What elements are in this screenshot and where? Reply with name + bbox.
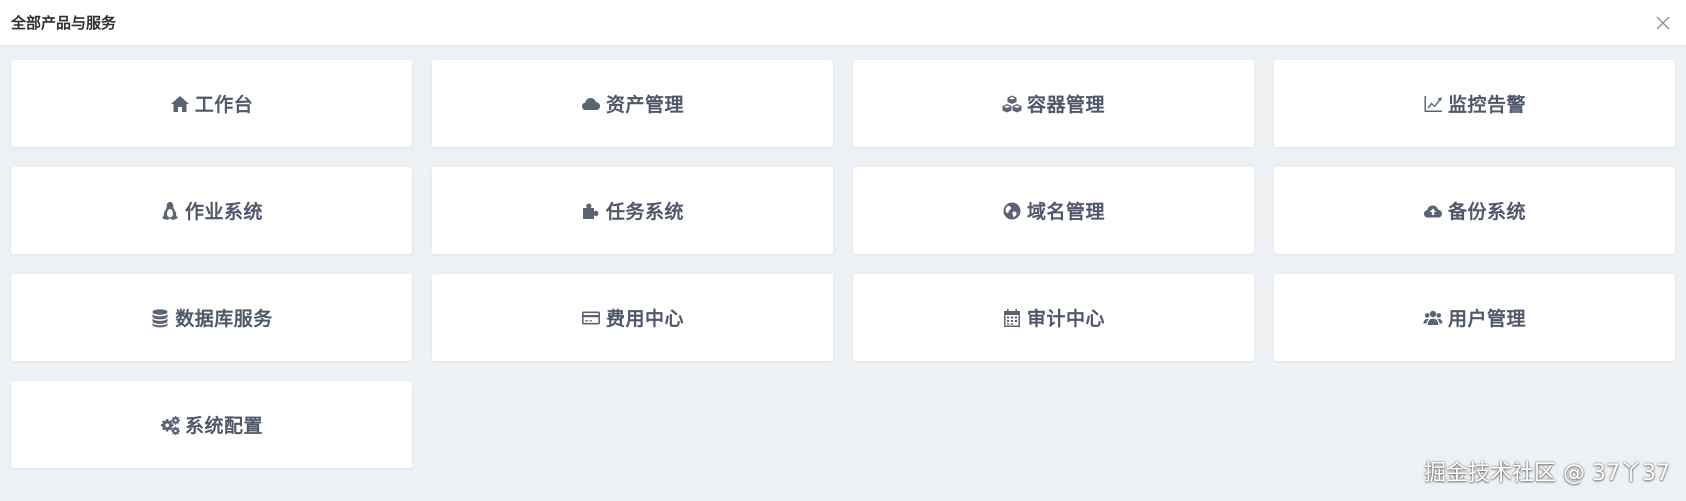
users-icon (1423, 308, 1443, 328)
puzzle-icon (581, 201, 601, 221)
product-card-label: 系统配置 (184, 415, 263, 437)
all-products-panel: 全部产品与服务 工作台 资产管理 容器管理 监控告警 作业系统 任务系统 域名管… (0, 0, 1686, 501)
product-card-billing[interactable]: 费用中心 (432, 274, 833, 361)
cogs-icon (160, 415, 180, 435)
product-card-containers[interactable]: 容器管理 (853, 60, 1254, 147)
cloud-upload-icon (1423, 201, 1443, 221)
product-card-audit[interactable]: 审计中心 (853, 274, 1254, 361)
watermark: 掘金技术社区 @ 37丫37 (1424, 461, 1670, 486)
product-card-label: 审计中心 (1026, 308, 1105, 330)
product-card-label: 用户管理 (1447, 308, 1526, 330)
credit-card-icon (581, 308, 601, 328)
panel-title: 全部产品与服务 (11, 14, 117, 32)
home-icon (170, 94, 190, 114)
cloud-icon (581, 94, 601, 114)
close-button[interactable] (1652, 12, 1674, 34)
product-grid: 工作台 资产管理 容器管理 监控告警 作业系统 任务系统 域名管理 备份系统 数… (11, 60, 1675, 468)
line-chart-icon (1423, 94, 1443, 114)
database-icon (150, 308, 170, 328)
product-card-label: 工作台 (194, 94, 254, 116)
product-card-backup[interactable]: 备份系统 (1274, 167, 1675, 254)
close-icon (1656, 16, 1670, 30)
linux-icon (160, 201, 180, 221)
globe-icon (1002, 201, 1022, 221)
product-card-settings[interactable]: 系统配置 (11, 381, 412, 468)
product-card-tasks[interactable]: 任务系统 (432, 167, 833, 254)
product-card-jobs[interactable]: 作业系统 (11, 167, 412, 254)
product-card-workbench[interactable]: 工作台 (11, 60, 412, 147)
product-card-label: 任务系统 (605, 201, 684, 223)
product-card-label: 容器管理 (1026, 94, 1105, 116)
product-card-label: 域名管理 (1026, 201, 1105, 223)
product-card-users[interactable]: 用户管理 (1274, 274, 1675, 361)
product-card-label: 资产管理 (605, 94, 684, 116)
panel-header: 全部产品与服务 (0, 0, 1686, 46)
calendar-icon (1002, 308, 1022, 328)
product-card-label: 数据库服务 (175, 308, 273, 330)
product-card-assets[interactable]: 资产管理 (432, 60, 833, 147)
product-card-label: 费用中心 (605, 308, 684, 330)
product-card-database[interactable]: 数据库服务 (11, 274, 412, 361)
cubes-icon (1002, 94, 1022, 114)
product-card-monitoring[interactable]: 监控告警 (1274, 60, 1675, 147)
product-card-label: 监控告警 (1447, 94, 1526, 116)
product-card-label: 作业系统 (184, 201, 263, 223)
product-card-label: 备份系统 (1447, 201, 1526, 223)
product-card-domains[interactable]: 域名管理 (853, 167, 1254, 254)
